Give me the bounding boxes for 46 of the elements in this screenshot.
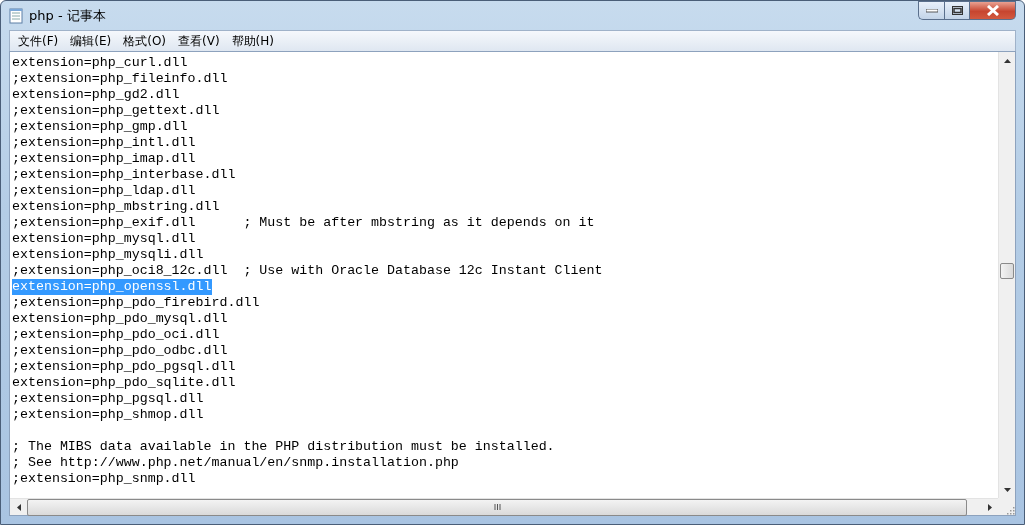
text-line: extension=php_gd2.dll: [12, 87, 180, 103]
text-line: ;extension=php_pgsql.dll: [12, 391, 204, 407]
text-line: ;extension=php_snmp.dll: [12, 471, 196, 487]
text-line: ;extension=php_intl.dll: [12, 135, 196, 151]
scroll-down-icon[interactable]: [1004, 487, 1011, 492]
scroll-left-icon[interactable]: [16, 503, 21, 511]
text-line: ;extension=php_interbase.dll: [12, 167, 236, 183]
minimize-icon: [925, 8, 938, 13]
text-line: extension=php_mbstring.dll: [12, 199, 220, 215]
menu-item[interactable]: 帮助(H): [225, 32, 280, 50]
text-line: ;extension=php_pdo_odbc.dll: [12, 343, 228, 359]
text-line: ;extension=php_fileinfo.dll: [12, 71, 228, 87]
menu-item[interactable]: 格式(O): [117, 32, 173, 50]
minimize-button[interactable]: [918, 1, 944, 20]
close-icon: [985, 5, 1000, 16]
text-line: ;extension=php_imap.dll: [12, 151, 196, 167]
text-line: ;extension=php_oci8_12c.dll ; Use with Oracle Database 12c Instant Client: [12, 263, 603, 279]
text-line: ;extension=php_gmp.dll: [12, 119, 188, 135]
text-line: ;extension=php_pdo_pgsql.dll: [12, 359, 236, 375]
text-line: extension=php_curl.dll: [12, 55, 188, 71]
text-line: ; The MIBS data available in the PHP distribution must be installed.: [12, 439, 555, 455]
resize-grip-icon[interactable]: [1006, 506, 1015, 515]
text-line: extension=php_mysqli.dll: [12, 247, 204, 263]
scroll-up-icon[interactable]: [1004, 58, 1011, 63]
notepad-icon: [9, 7, 23, 24]
scroll-thumb[interactable]: [1000, 263, 1014, 279]
scroll-right-icon[interactable]: [987, 503, 992, 511]
vertical-scrollbar[interactable]: [998, 52, 1015, 498]
text-line: ; See http://www.php.net/manual/en/snmp.installation.php: [12, 455, 459, 471]
text-line: ;extension=php_exif.dll ; Must be after mbstring as it depends on it: [12, 215, 595, 231]
menu-item[interactable]: 编辑(E): [64, 32, 118, 50]
grip-icon: [493, 504, 501, 510]
close-button[interactable]: [970, 1, 1016, 20]
text-line: ;extension=php_pdo_oci.dll: [12, 327, 220, 343]
text-line: ;extension=php_pdo_firebird.dll: [12, 295, 260, 311]
maximize-icon: [951, 6, 963, 15]
text-line: extension=php_mysql.dll: [12, 231, 196, 247]
maximize-button[interactable]: [944, 1, 970, 20]
window-title: php - 记事本: [29, 6, 106, 25]
menu-item[interactable]: 文件(F): [12, 32, 65, 50]
text-line: ;extension=php_gettext.dll: [12, 103, 220, 119]
menu-item[interactable]: 查看(V): [172, 32, 226, 50]
text-line: extension=php_pdo_sqlite.dll: [12, 375, 236, 391]
text-line: ;extension=php_ldap.dll: [12, 183, 196, 199]
text-line: extension=php_pdo_mysql.dll: [12, 311, 228, 327]
text-line: ;extension=php_shmop.dll: [12, 407, 204, 423]
